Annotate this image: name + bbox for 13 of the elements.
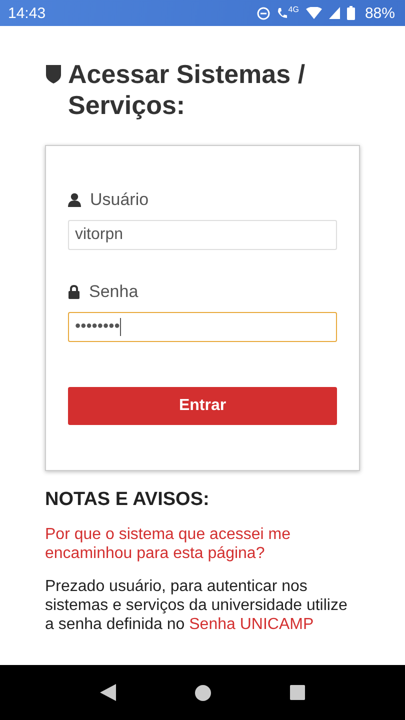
notes-heading: NOTAS E AVISOS: [45,489,210,511]
network-type: 4G [288,4,299,14]
username-field[interactable]: vitorpn [68,220,337,250]
password-link[interactable]: Senha UNICAMP [189,616,314,633]
field-label: Senha [89,282,138,302]
field-label: Usuário [90,190,149,210]
page-title: Acessar Sistemas / Serviços: [68,59,306,121]
notice-link[interactable]: Por que o sistema que acessei me encaminhou para esta página? [45,525,350,563]
battery-level: 88% [364,4,395,22]
notice-paragraph: Prezado usuário, para autenticar nos sistemas e serviços da universidade utilize a senha definida no Senha UNICAMP [45,577,348,634]
login-button[interactable]: Entrar [68,387,337,425]
clock: 14:43 [8,4,46,22]
password-field[interactable]: •••••••• [68,312,337,342]
